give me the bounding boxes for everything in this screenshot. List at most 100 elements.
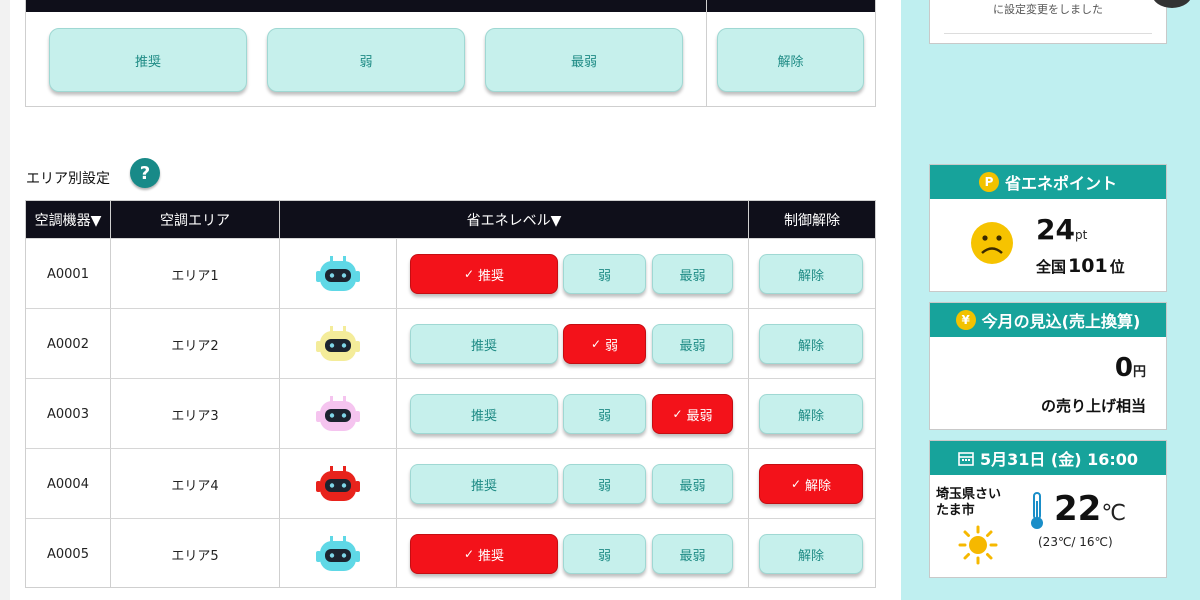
divider	[944, 33, 1152, 34]
temperature-range: (23℃/ 16℃)	[1038, 535, 1113, 549]
global-recommended-button[interactable]: 推奨	[49, 28, 247, 92]
temperature-unit: ℃	[1101, 501, 1127, 526]
main-panel: 推奨 弱 最弱 解除 エリア別設定 ? 空調機器▼ 空調エリア 省エネレベル▼ …	[0, 0, 895, 600]
release-button-label: 解除	[797, 408, 824, 424]
device-id: A0004	[47, 476, 89, 492]
thermometer-icon	[1031, 492, 1043, 529]
table-row: A0003 エリア3 推奨 弱 ✓ 最弱 解除	[26, 378, 875, 448]
rank-value: 101	[1068, 255, 1108, 277]
points-card-header: P 省エネポイント	[930, 165, 1166, 199]
help-icon[interactable]: ?	[130, 158, 160, 188]
points-card-title: 省エネポイント	[1004, 174, 1117, 193]
weak-button[interactable]: 弱	[563, 534, 646, 574]
estimate-amount: 0	[1114, 353, 1133, 383]
yen-coin-icon: ¥	[955, 310, 976, 330]
weak-button-label: 弱	[605, 338, 619, 354]
weakest-button[interactable]: 最弱	[652, 464, 733, 504]
global-release-button[interactable]: 解除	[717, 28, 864, 92]
header-level[interactable]: 省エネレベル▼	[280, 201, 748, 238]
recommended-button-label: 推奨	[470, 408, 497, 424]
calendar-icon	[958, 452, 974, 466]
check-icon: ✓	[672, 407, 683, 421]
weak-button[interactable]: ✓ 弱	[563, 324, 646, 364]
check-icon: ✓	[790, 477, 802, 491]
robot-icon	[316, 534, 360, 574]
global-weak-button[interactable]: 弱	[267, 28, 465, 92]
recommended-button[interactable]: 推奨	[410, 464, 558, 504]
release-button[interactable]: 解除	[759, 324, 863, 364]
recommended-button[interactable]: 推奨	[410, 394, 558, 434]
device-id: A0001	[47, 266, 89, 282]
area-name: エリア2	[171, 338, 219, 354]
rank-suffix: 位	[1109, 258, 1125, 276]
sad-face-icon	[971, 222, 1013, 264]
weak-button[interactable]: 弱	[563, 464, 646, 504]
recommended-button[interactable]: 推奨	[410, 324, 558, 364]
weak-button[interactable]: 弱	[563, 254, 646, 294]
robot-icon	[316, 254, 360, 294]
rank-prefix: 全国	[1036, 258, 1067, 276]
estimate-card-title: 今月の見込(売上換算)	[981, 312, 1141, 331]
table-row: A0004 エリア4 推奨 弱 最弱 ✓ 解除	[26, 448, 875, 518]
recommended-button[interactable]: ✓ 推奨	[410, 534, 558, 574]
header-device[interactable]: 空調機器▼	[26, 201, 110, 238]
release-button-label: 解除	[805, 478, 832, 494]
sun-icon	[958, 525, 998, 565]
recommended-button[interactable]: ✓ 推奨	[410, 254, 558, 294]
device-id: A0003	[47, 406, 89, 422]
estimate-unit: 円	[1132, 365, 1146, 380]
recommended-button-label: 推奨	[470, 338, 497, 354]
header-release: 制御解除	[784, 212, 840, 229]
check-icon: ✓	[463, 547, 475, 561]
table-row: A0002 エリア2 推奨 ✓ 弱 最弱 解除	[26, 308, 875, 378]
weak-button-label: 弱	[597, 268, 611, 284]
weak-button-label: 弱	[597, 548, 611, 564]
header-area: 空調エリア	[160, 212, 230, 229]
release-button[interactable]: 解除	[759, 254, 863, 294]
robot-icon	[316, 394, 360, 434]
recommended-button-label: 推奨	[470, 478, 497, 494]
check-icon: ✓	[463, 267, 475, 281]
weakest-button-label: 最弱	[679, 268, 706, 284]
global-table-header	[26, 0, 875, 12]
points-value: 24	[1036, 213, 1075, 246]
device-id: A0002	[47, 336, 89, 352]
device-id: A0005	[47, 546, 89, 562]
table-row: A0005 エリア5 ✓ 推奨 弱 最弱 解除	[26, 518, 875, 588]
release-button[interactable]: 解除	[759, 394, 863, 434]
weakest-button[interactable]: 最弱	[652, 254, 733, 294]
robot-icon	[316, 464, 360, 504]
release-button[interactable]: 解除	[759, 534, 863, 574]
area-name: エリア1	[171, 268, 219, 284]
column-divider	[706, 0, 707, 106]
weak-button[interactable]: 弱	[563, 394, 646, 434]
section-title: エリア別設定	[26, 171, 110, 187]
area-name: エリア5	[171, 548, 219, 564]
weakest-button-label: 最弱	[679, 338, 706, 354]
release-button[interactable]: ✓ 解除	[759, 464, 863, 504]
estimate-description: の売り上げ相当	[1040, 397, 1146, 415]
weak-button-label: 弱	[597, 478, 611, 494]
global-weakest-button[interactable]: 最弱	[485, 28, 683, 92]
weakest-button[interactable]: 最弱	[652, 324, 733, 364]
weak-button-label: 弱	[597, 408, 611, 424]
weakest-button-label: 最弱	[679, 478, 706, 494]
release-button-label: 解除	[797, 338, 824, 354]
points-card: P 省エネポイント 24pt 全国 101 位	[929, 164, 1167, 292]
weakest-button-label: 最弱	[686, 408, 713, 424]
temperature-value: 22	[1054, 489, 1102, 529]
area-name: エリア3	[171, 408, 219, 424]
weakest-button[interactable]: ✓ 最弱	[652, 394, 733, 434]
points-unit: pt	[1074, 228, 1088, 242]
table-row: A0001 エリア1 ✓ 推奨 弱 最弱 解除	[26, 238, 875, 308]
recommended-button-label: 推奨	[478, 548, 505, 564]
weather-location: 埼玉県さいたま市	[936, 487, 1002, 518]
weather-card: 5月31日 (金) 16:00 埼玉県さいたま市 22℃ (23℃/ 16℃)	[929, 440, 1167, 578]
left-margin	[0, 0, 10, 600]
release-button-label: 解除	[797, 548, 824, 564]
weakest-button[interactable]: 最弱	[652, 534, 733, 574]
notice-card: に設定変更をしました	[929, 0, 1167, 44]
weakest-button-label: 最弱	[679, 548, 706, 564]
sidebar: に設定変更をしました P 省エネポイント 24pt 全国 101 位 ¥ 今月の見込…	[895, 0, 1200, 600]
points-coin-icon: P	[978, 172, 999, 192]
